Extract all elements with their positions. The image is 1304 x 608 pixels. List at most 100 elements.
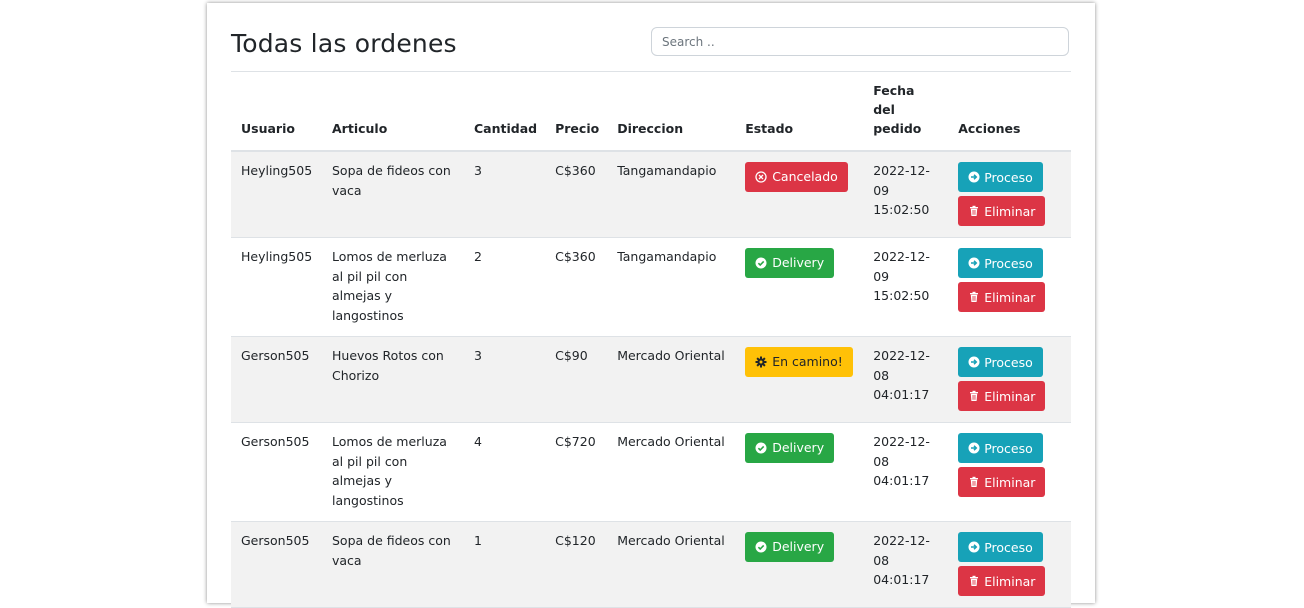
cell-fecha: 2022-12-08 04:01:17 bbox=[863, 336, 949, 423]
eliminar-button[interactable]: Eliminar bbox=[958, 467, 1046, 497]
proceso-label: Proceso bbox=[984, 354, 1033, 370]
trash-icon bbox=[968, 205, 980, 217]
cell-precio: C$720 bbox=[545, 422, 608, 522]
arrow-circle-right-icon bbox=[968, 171, 980, 183]
orders-table: Usuario Articulo Cantidad Precio Direcci… bbox=[231, 75, 1071, 608]
search-input[interactable] bbox=[651, 27, 1069, 56]
status-label: En camino! bbox=[772, 354, 843, 370]
proceso-button[interactable]: Proceso bbox=[958, 248, 1043, 278]
eliminar-button[interactable]: Eliminar bbox=[958, 566, 1046, 596]
header-usuario: Usuario bbox=[231, 75, 322, 152]
trash-icon bbox=[968, 575, 980, 587]
trash-icon bbox=[968, 390, 980, 402]
cell-articulo: Huevos Rotos con Chorizo bbox=[322, 336, 464, 423]
eliminar-label: Eliminar bbox=[984, 289, 1036, 305]
eliminar-label: Eliminar bbox=[984, 573, 1036, 589]
cell-articulo: Sopa de fideos con vaca bbox=[322, 521, 464, 608]
eliminar-label: Eliminar bbox=[984, 474, 1036, 490]
page-title: Todas las ordenes bbox=[231, 29, 457, 58]
cell-direccion: Mercado Oriental bbox=[607, 422, 736, 522]
proceso-button[interactable]: Proceso bbox=[958, 532, 1043, 562]
cell-precio: C$360 bbox=[545, 237, 608, 337]
status-label: Cancelado bbox=[772, 169, 838, 185]
check-circle-icon bbox=[755, 442, 767, 454]
table-row: Gerson505 Sopa de fideos con vaca 1 C$120 Me… bbox=[231, 521, 1071, 608]
cell-acciones: Proceso Eliminar bbox=[948, 521, 1071, 608]
proceso-button[interactable]: Proceso bbox=[958, 162, 1043, 192]
cell-direccion: Mercado Oriental bbox=[607, 521, 736, 608]
check-circle-icon bbox=[755, 541, 767, 553]
gear-icon bbox=[755, 356, 767, 368]
arrow-circle-right-icon bbox=[968, 356, 980, 368]
cell-usuario: Heyling505 bbox=[231, 237, 322, 337]
cell-cantidad: 4 bbox=[464, 422, 546, 522]
cell-acciones: Proceso Eliminar bbox=[948, 422, 1071, 522]
cell-usuario: Heyling505 bbox=[231, 151, 322, 238]
cell-estado: Cancelado bbox=[735, 151, 864, 238]
eliminar-button[interactable]: Eliminar bbox=[958, 381, 1046, 411]
cell-articulo: Sopa de fideos con vaca bbox=[322, 151, 464, 238]
arrow-circle-right-icon bbox=[968, 257, 980, 269]
table-row: Heyling505 Lomos de merluza al pil pil co… bbox=[231, 237, 1071, 337]
status-label: Delivery bbox=[772, 255, 825, 271]
cell-estado: Delivery bbox=[735, 521, 864, 608]
table-row: Gerson505 Huevos Rotos con Chorizo 3 C$90 Me… bbox=[231, 336, 1071, 423]
cell-usuario: Gerson505 bbox=[231, 521, 322, 608]
cell-acciones: Proceso Eliminar bbox=[948, 151, 1071, 238]
proceso-label: Proceso bbox=[984, 539, 1033, 555]
cell-fecha: 2022-12-09 15:02:50 bbox=[863, 237, 949, 337]
cell-direccion: Mercado Oriental bbox=[607, 336, 736, 423]
cell-precio: C$90 bbox=[545, 336, 608, 423]
cell-articulo: Lomos de merluza al pil pil con almejas … bbox=[322, 422, 464, 522]
table-row: Heyling505 Sopa de fideos con vaca 3 C$360 T… bbox=[231, 151, 1071, 238]
proceso-label: Proceso bbox=[984, 255, 1033, 271]
status-label: Delivery bbox=[772, 539, 825, 555]
arrow-circle-right-icon bbox=[968, 541, 980, 553]
cell-acciones: Proceso Eliminar bbox=[948, 237, 1071, 337]
status-badge: Delivery bbox=[745, 532, 835, 562]
cell-articulo: Lomos de merluza al pil pil con almejas … bbox=[322, 237, 464, 337]
cell-precio: C$120 bbox=[545, 521, 608, 608]
status-badge: Delivery bbox=[745, 248, 835, 278]
proceso-label: Proceso bbox=[984, 169, 1033, 185]
cell-estado: Delivery bbox=[735, 422, 864, 522]
table-header-row: Usuario Articulo Cantidad Precio Direcci… bbox=[231, 75, 1071, 152]
status-badge: Cancelado bbox=[745, 162, 848, 192]
cell-fecha: 2022-12-08 04:01:17 bbox=[863, 422, 949, 522]
cell-usuario: Gerson505 bbox=[231, 336, 322, 423]
x-circle-icon bbox=[755, 171, 767, 183]
trash-icon bbox=[968, 291, 980, 303]
status-badge: En camino! bbox=[745, 347, 853, 377]
eliminar-label: Eliminar bbox=[984, 388, 1036, 404]
title-divider bbox=[231, 71, 1071, 72]
proceso-button[interactable]: Proceso bbox=[958, 433, 1043, 463]
arrow-circle-right-icon bbox=[968, 442, 980, 454]
cell-cantidad: 2 bbox=[464, 237, 546, 337]
header-cantidad: Cantidad bbox=[464, 75, 546, 152]
status-badge: Delivery bbox=[745, 433, 835, 463]
cell-fecha: 2022-12-09 15:02:50 bbox=[863, 151, 949, 238]
header-direccion: Direccion bbox=[607, 75, 736, 152]
cell-acciones: Proceso Eliminar bbox=[948, 336, 1071, 423]
check-circle-icon bbox=[755, 257, 767, 269]
cell-estado: En camino! bbox=[735, 336, 864, 423]
cell-cantidad: 3 bbox=[464, 336, 546, 423]
cell-fecha: 2022-12-08 04:01:17 bbox=[863, 521, 949, 608]
trash-icon bbox=[968, 476, 980, 488]
cell-cantidad: 1 bbox=[464, 521, 546, 608]
header-acciones: Acciones bbox=[948, 75, 1071, 152]
header-estado: Estado bbox=[735, 75, 864, 152]
eliminar-button[interactable]: Eliminar bbox=[958, 282, 1046, 312]
cell-estado: Delivery bbox=[735, 237, 864, 337]
table-row: Gerson505 Lomos de merluza al pil pil con… bbox=[231, 422, 1071, 522]
eliminar-button[interactable]: Eliminar bbox=[958, 196, 1046, 226]
header-fecha: Fecha del pedido bbox=[863, 75, 949, 152]
proceso-button[interactable]: Proceso bbox=[958, 347, 1043, 377]
cell-cantidad: 3 bbox=[464, 151, 546, 238]
cell-direccion: Tangamandapio bbox=[607, 237, 736, 337]
header-precio: Precio bbox=[545, 75, 608, 152]
cell-precio: C$360 bbox=[545, 151, 608, 238]
header-articulo: Articulo bbox=[322, 75, 464, 152]
cell-usuario: Gerson505 bbox=[231, 422, 322, 522]
cell-direccion: Tangamandapio bbox=[607, 151, 736, 238]
